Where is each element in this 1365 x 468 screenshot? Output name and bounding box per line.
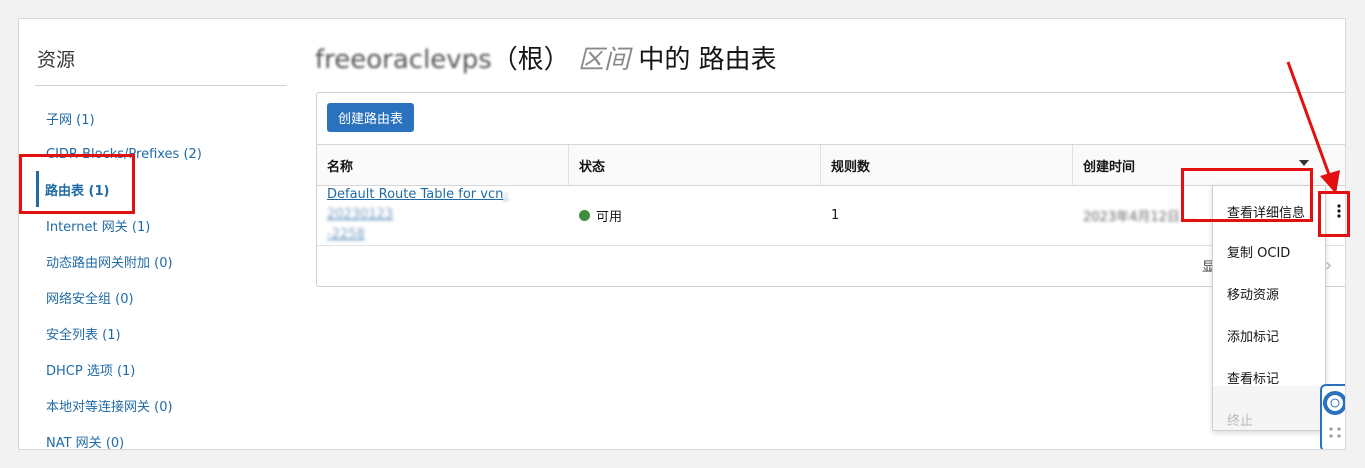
root-label: （根）: [491, 45, 570, 75]
cell-name: Default Route Table for vcn-20230123 -22…: [317, 185, 569, 245]
sidebar-item-nsg[interactable]: 网络安全组 (0): [37, 285, 134, 309]
sidebar-item-subnets[interactable]: 子网 (1): [37, 106, 95, 130]
sidebar-title: 资源: [37, 49, 76, 71]
sidebar-item-cidr-blocks[interactable]: CIDR Blocks/Prefixes (2): [37, 142, 202, 166]
rules-count: 1: [831, 207, 840, 223]
menu-item-copy-ocid[interactable]: 复制 OCID: [1227, 242, 1290, 261]
row-actions-menu: 查看详细信息 复制 OCID 移动资源 添加标记 查看标记 终止: [1212, 185, 1326, 431]
help-lifebuoy-icon[interactable]: [1320, 384, 1345, 449]
row-actions-kebab-icon[interactable]: [1329, 191, 1345, 231]
menu-item-view-tags[interactable]: 查看标记: [1227, 368, 1279, 387]
route-table-name-link[interactable]: Default Route Table for vcn-20230123 -22…: [327, 185, 569, 245]
sidebar-item-nat-gateways[interactable]: NAT 网关 (0): [37, 429, 124, 450]
compartment-name: freeoraclevps: [315, 45, 492, 75]
table-header: 名称 状态 规则数 创建时间: [317, 144, 1345, 186]
column-header-status[interactable]: 状态: [569, 145, 821, 185]
resources-sidebar: 资源 子网 (1) CIDR Blocks/Prefixes (2) 路由表 (…: [19, 19, 289, 449]
menu-item-terminate: 终止: [1227, 414, 1254, 429]
route-tables-panel: 创建路由表 名称 状态 规则数 创建时间 Default Route Table…: [316, 92, 1345, 287]
menu-item-add-tags[interactable]: 添加标记: [1227, 326, 1279, 345]
sidebar-item-dhcp-options[interactable]: DHCP 选项 (1): [37, 357, 135, 381]
status-available-icon: [579, 209, 590, 221]
next-page-icon[interactable]: ›: [1325, 255, 1332, 276]
cell-rules: 1: [821, 185, 1073, 245]
menu-item-move-resource[interactable]: 移动资源: [1227, 284, 1279, 303]
status-text: 可用: [596, 209, 623, 225]
create-route-table-button[interactable]: 创建路由表: [327, 103, 415, 132]
route-table-name-redacted-2: -2258: [327, 227, 365, 242]
page-title: freeoraclevps（根） 区间 中的 路由表: [315, 39, 777, 76]
title-suffix: 中的 路由表: [638, 45, 777, 75]
table-row: Default Route Table for vcn-20230123 -22…: [317, 185, 1345, 246]
sidebar-item-drg-attachments[interactable]: 动态路由网关附加 (0): [37, 249, 173, 273]
column-header-name[interactable]: 名称: [317, 145, 569, 185]
compartment-label: 区间: [578, 45, 631, 75]
cell-created: 2023年4月12日 ...: [1073, 185, 1223, 245]
cell-status: 可用: [569, 185, 821, 245]
sidebar-item-internet-gateways[interactable]: Internet 网关 (1): [37, 213, 150, 237]
column-header-rules[interactable]: 规则数: [821, 145, 1073, 185]
sidebar-divider: [35, 85, 287, 86]
route-table-name: Default Route Table for vcn: [327, 187, 504, 202]
column-header-created-label: 创建时间: [1083, 159, 1136, 175]
menu-item-view-details[interactable]: 查看详细信息: [1227, 202, 1305, 221]
sidebar-item-route-tables[interactable]: 路由表 (1): [36, 171, 109, 207]
page-container: 资源 子网 (1) CIDR Blocks/Prefixes (2) 路由表 (…: [18, 18, 1346, 450]
sidebar-item-security-lists[interactable]: 安全列表 (1): [37, 321, 121, 345]
sort-down-icon[interactable]: [1299, 160, 1309, 166]
sidebar-item-lpg[interactable]: 本地对等连接网关 (0): [37, 393, 173, 417]
created-time: 2023年4月12日 ...: [1083, 209, 1197, 225]
column-header-created[interactable]: 创建时间: [1073, 145, 1345, 185]
